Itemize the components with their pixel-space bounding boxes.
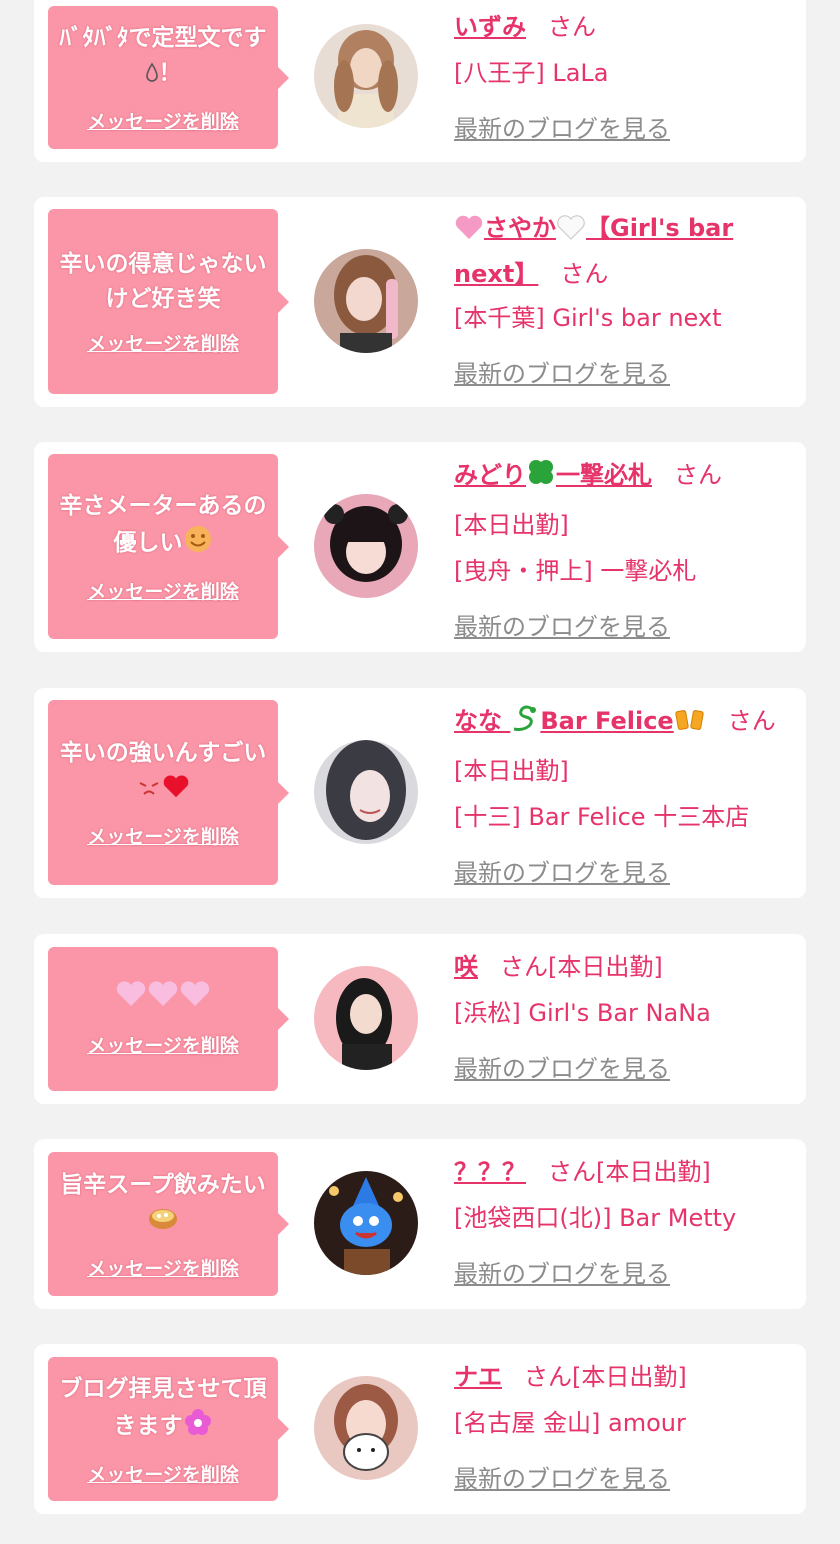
message-card-4: 辛いの強いんすごい メッセージを削除 なな Bar Felice さん [本日出勤… (34, 688, 806, 898)
pout-icon (136, 775, 162, 810)
message-card-5: メッセージを削除 咲さん[本日出勤] [浜松] Girl's Bar NaNa … (34, 934, 806, 1104)
latest-blog-link[interactable]: 最新のブログを見る (454, 106, 670, 152)
avatar[interactable] (314, 1376, 418, 1480)
pink-heart-icon (115, 980, 211, 1019)
profile-info: ナエ さん[本日出勤] [名古屋 金山] amour 最新のブログを見る (454, 1354, 794, 1502)
delete-message-link[interactable]: メッセージを削除 (87, 329, 239, 356)
message-text: 辛いの強いんすごい (58, 736, 268, 810)
smile-icon (183, 524, 213, 565)
message-bubble: 辛さメーターあるの優しい メッセージを削除 (48, 454, 289, 639)
shop-area: [名古屋 金山] amour (454, 1409, 686, 1437)
message-bubble: 旨辛スープ飲みたい メッセージを削除 (48, 1152, 289, 1296)
message-text: ブログ拝見させて頂きます (58, 1372, 268, 1448)
message-card-6: 旨辛スープ飲みたい メッセージを削除 ？？？ さん[本日出勤] [池袋西口(北)]… (34, 1139, 806, 1309)
profile-info: 咲さん[本日出勤] [浜松] Girl's Bar NaNa 最新のブログを見る (454, 944, 794, 1092)
shop-area: [本千葉] Girl's bar next (454, 304, 722, 332)
shop-area: [八王子] LaLa (454, 59, 609, 87)
latest-blog-link[interactable]: 最新のブログを見る (454, 1046, 670, 1092)
delete-message-link[interactable]: メッセージを削除 (87, 1254, 239, 1281)
message-text: ﾊﾞﾀﾊﾞﾀで定型文です！ (58, 21, 268, 95)
profile-info: みどり 一撃必札 さん [本日出勤] [曳舟・押上] 一撃必札 最新のブログを見る (454, 452, 794, 650)
message-card-1: ﾊﾞﾀﾊﾞﾀで定型文です！ メッセージを削除 いずみ さん [八王子] LaLa … (34, 0, 806, 162)
white-heart-icon (556, 211, 586, 253)
latest-blog-link[interactable]: 最新のブログを見る (454, 604, 670, 650)
cast-name-link[interactable]: 咲 (454, 953, 478, 981)
profile-info: さやか 【Girl's bar next】 さん [本千葉] Girl's bar … (454, 207, 794, 397)
delete-message-link[interactable]: メッセージを削除 (87, 1031, 239, 1058)
shop-area: [池袋西口(北)] Bar Metty (454, 1204, 737, 1232)
delete-message-link[interactable]: メッセージを削除 (87, 822, 239, 849)
message-bubble: メッセージを削除 (48, 947, 289, 1091)
shop-area: [曳舟・押上] 一撃必札 (454, 557, 697, 585)
delete-message-link[interactable]: メッセージを削除 (87, 1460, 239, 1487)
message-text: 辛いの得意じゃないけど好き笑 (59, 251, 267, 312)
today-status: [本日出勤] (572, 1363, 687, 1391)
avatar[interactable] (314, 24, 418, 128)
delete-message-link[interactable]: メッセージを削除 (87, 577, 239, 604)
profile-info: いずみ さん [八王子] LaLa 最新のブログを見る (454, 4, 794, 152)
cast-name-link[interactable]: みどり 一撃必札 (454, 460, 652, 489)
today-status: [本日出勤] (454, 757, 569, 785)
today-status: [本日出勤] (454, 511, 569, 539)
cheers-icon (674, 702, 706, 748)
message-text: 旨辛スープ飲みたい (58, 1168, 268, 1242)
cast-name-link[interactable]: なな Bar Felice (454, 705, 706, 735)
profile-info: ？？？ さん[本日出勤] [池袋西口(北)] Bar Metty 最新のブログを見… (454, 1149, 794, 1297)
avatar[interactable] (314, 966, 418, 1070)
cast-name-link[interactable]: ？？？ (454, 1158, 526, 1186)
cast-name-link[interactable]: いずみ (454, 13, 526, 41)
avatar[interactable] (314, 249, 418, 353)
drop-icon (145, 60, 159, 95)
avatar[interactable] (314, 1171, 418, 1275)
profile-info: なな Bar Felice さん [本日出勤] [十三] Bar Felice 十… (454, 698, 794, 896)
soup-icon (147, 1203, 179, 1242)
message-bubble: 辛いの強いんすごい メッセージを削除 (48, 700, 289, 885)
snake-icon (510, 702, 540, 748)
delete-message-link[interactable]: メッセージを削除 (87, 107, 239, 134)
message-card-3: 辛さメーターあるの優しい メッセージを削除 みどり 一撃必札 さん [本日出勤] [… (34, 442, 806, 652)
latest-blog-link[interactable]: 最新のブログを見る (454, 1251, 670, 1297)
shop-area: [十三] Bar Felice 十三本店 (454, 803, 750, 831)
message-card-7: ブログ拝見させて頂きます メッセージを削除 ナエ さん[本日出勤] [名古屋 金山… (34, 1344, 806, 1514)
shop-area: [浜松] Girl's Bar NaNa (454, 999, 711, 1027)
cast-name-link[interactable]: ナエ (454, 1363, 502, 1391)
message-text (115, 980, 211, 1019)
message-bubble: 辛いの得意じゃないけど好き笑 メッセージを削除 (48, 209, 289, 394)
latest-blog-link[interactable]: 最新のブログを見る (454, 1456, 670, 1502)
avatar[interactable] (314, 740, 418, 844)
message-bubble: ブログ拝見させて頂きます メッセージを削除 (48, 1357, 289, 1501)
latest-blog-link[interactable]: 最新のブログを見る (454, 351, 670, 397)
today-status: [本日出勤] (596, 1158, 711, 1186)
flower-icon (183, 1407, 213, 1448)
clover-icon (526, 456, 556, 502)
today-status: [本日出勤] (548, 953, 663, 981)
message-card-2: 辛いの得意じゃないけど好き笑 メッセージを削除 さやか 【Girl's bar n… (34, 197, 806, 407)
red-heart-icon (162, 773, 190, 810)
message-text: 辛さメーターあるの優しい (58, 489, 268, 565)
avatar[interactable] (314, 494, 418, 598)
latest-blog-link[interactable]: 最新のブログを見る (454, 850, 670, 896)
pink-heart-icon (454, 211, 484, 253)
message-bubble: ﾊﾞﾀﾊﾞﾀで定型文です！ メッセージを削除 (48, 6, 289, 149)
